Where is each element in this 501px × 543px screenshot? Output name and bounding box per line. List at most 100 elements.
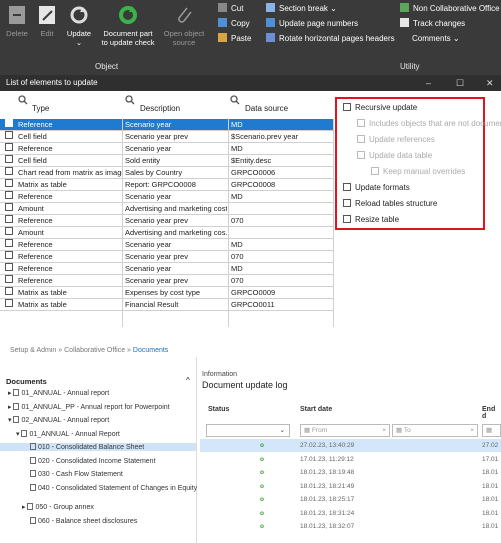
log-row[interactable]: o 18.01.23, 18:25:17 18.01 [200, 493, 501, 506]
log-row[interactable]: o 18.01.23, 18:32:07 18.01 [200, 520, 501, 533]
update-formats-checkbox[interactable]: Update formats [343, 183, 410, 192]
table-row[interactable]: Cell field Scenario year prev $Scenario.pr… [0, 131, 333, 143]
row-checkbox[interactable] [5, 191, 13, 199]
document-tree-item[interactable]: ▸ 01_ANNUAL_PP - Annual report for Power… [8, 402, 170, 411]
cut-button[interactable]: Cut [218, 3, 243, 15]
row-checkbox[interactable] [5, 131, 13, 139]
row-checkbox[interactable] [5, 251, 13, 259]
description-cell: Scenario year [125, 192, 172, 201]
reload-tables-structure-checkbox[interactable]: Reload tables structure [343, 199, 437, 208]
document-tree-item[interactable]: 060 - Balance sheet disclosures [30, 516, 137, 525]
table-row[interactable]: Amount Advertising and marketing cos... [0, 227, 333, 239]
row-checkbox[interactable] [5, 299, 13, 307]
recursive-update-checkbox[interactable]: Recursive update [343, 103, 417, 112]
document-tree-item[interactable]: ▸ 050 - Group annex [22, 503, 94, 511]
document-tree-item[interactable]: 020 - Consolidated Income Statement [30, 456, 156, 465]
paste-button[interactable]: Paste [218, 33, 251, 45]
end-date-column-header[interactable]: End d [482, 406, 501, 420]
resize-table-checkbox[interactable]: Resize table [343, 215, 399, 224]
information-label: Information [202, 371, 238, 378]
breadcrumb-setup[interactable]: Setup & Admin [10, 347, 56, 354]
edit-button[interactable]: Edit [36, 4, 58, 38]
status-ok-icon: o [260, 496, 264, 503]
row-checkbox[interactable] [5, 239, 13, 247]
section-break-dropdown[interactable]: Section break ⌄ [266, 3, 337, 15]
update-page-numbers-button[interactable]: Update page numbers [266, 18, 358, 30]
table-row[interactable]: Reference Scenario year MD [0, 263, 333, 275]
log-row[interactable]: o 18.01.23, 18:31:24 18.01 [200, 507, 501, 520]
document-part-update-button[interactable]: Document part to update check [100, 4, 156, 47]
log-row[interactable]: o 27.02.23, 13:40:29 27.02 [200, 439, 501, 452]
update-references-checkbox[interactable]: Update references [357, 135, 435, 144]
start-date-column-header[interactable]: Start date [300, 406, 332, 413]
table-row[interactable]: Reference Scenario year prev 070 [0, 251, 333, 263]
start-date-to-field[interactable]: ▦ To × [392, 424, 478, 437]
end-date-from-field[interactable]: ▦ [482, 424, 501, 437]
document-tree-item[interactable]: 010 - Consolidated Balance Sheet [0, 443, 196, 451]
status-filter-dropdown[interactable]: ⌄ [206, 424, 290, 437]
row-checkbox[interactable] [5, 167, 13, 175]
document-tree-item[interactable]: ▾ 01_ANNUAL - Annual Report [16, 429, 120, 438]
table-row[interactable]: Reference Scenario year MD [0, 143, 333, 155]
table-row[interactable]: Reference Scenario year MD [0, 119, 333, 131]
table-row[interactable]: Amount Advertising and marketing costs [0, 203, 333, 215]
includes-objects-checkbox[interactable]: Includes objects that are not document p [357, 119, 501, 128]
table-row[interactable]: Reference Scenario year MD [0, 191, 333, 203]
document-tree-item[interactable]: ▾ 02_ANNUAL - Annual report [8, 416, 109, 424]
table-row[interactable]: Matrix as table Expenses by cost type GRPC… [0, 287, 333, 299]
minimize-button[interactable]: – [426, 75, 431, 91]
clear-icon[interactable]: × [470, 425, 474, 436]
description-column-header[interactable]: Description [123, 91, 228, 119]
table-row[interactable]: Cell field Sold entity $Entity.desc [0, 155, 333, 167]
document-icon [13, 402, 20, 410]
table-row[interactable]: Matrix as table Report: GRPCO0008 GRPCO000… [0, 179, 333, 191]
update-data-table-checkbox[interactable]: Update data table [357, 151, 432, 160]
collapse-icon[interactable]: ^ [186, 376, 190, 385]
breadcrumb-collab[interactable]: Collaborative Office [64, 347, 125, 354]
non-collaborative-office-button[interactable]: Non Collaborative Office [400, 3, 500, 15]
copy-button[interactable]: Copy [218, 18, 250, 30]
close-button[interactable]: ✕ [486, 75, 494, 91]
status-column-header[interactable]: Status [208, 406, 229, 413]
row-checkbox[interactable] [5, 119, 13, 127]
rotate-headers-button[interactable]: Rotate horizontal pages headers [266, 33, 395, 45]
log-row[interactable]: o 17.01.23, 11:29:12 17.01 [200, 453, 501, 466]
table-row[interactable]: Chart read from matrix as image Sales by … [0, 167, 333, 179]
table-row[interactable]: Reference Scenario year MD [0, 239, 333, 251]
update-button[interactable]: Update ⌄ [64, 4, 94, 47]
open-object-source-button[interactable]: Open object source [160, 4, 208, 47]
row-checkbox[interactable] [5, 215, 13, 223]
log-row[interactable]: o 18.01.23, 18:21:49 18.01 [200, 480, 501, 493]
table-row[interactable]: Reference Scenario year prev 070 [0, 275, 333, 287]
row-checkbox[interactable] [5, 227, 13, 235]
row-checkbox[interactable] [5, 287, 13, 295]
data-source-cell: GRPCO0006 [231, 168, 276, 177]
document-tree-item[interactable]: 040 - Consolidated Statement of Changes … [30, 483, 197, 492]
table-row[interactable]: Matrix as table Financial Result GRPCO0011 [0, 299, 333, 311]
data-source-column-header[interactable]: Data source [228, 91, 333, 119]
type-column-header[interactable]: Type [0, 91, 120, 119]
document-tree-item[interactable]: ▸ 01_ANNUAL - Annual report [8, 389, 109, 397]
delete-button[interactable]: Delete [6, 4, 28, 38]
start-date-from-field[interactable]: ▦ From × [300, 424, 390, 437]
comments-dropdown[interactable]: Comments ⌄ [412, 33, 460, 45]
scissors-icon [218, 3, 227, 12]
maximize-button[interactable]: ☐ [456, 75, 464, 91]
clear-icon[interactable]: × [382, 425, 386, 436]
data-source-cell: MD [231, 120, 243, 129]
document-tree-item[interactable]: 030 - Cash Flow Statement [30, 470, 123, 478]
row-checkbox[interactable] [5, 179, 13, 187]
breadcrumb-documents[interactable]: Documents [133, 347, 168, 354]
keep-manual-overrides-checkbox[interactable]: Keep manual overrides [371, 167, 465, 176]
row-checkbox[interactable] [5, 143, 13, 151]
data-source-cell: GRPCO0008 [231, 180, 276, 189]
table-row[interactable]: Reference Scenario year prev 070 [0, 215, 333, 227]
row-checkbox[interactable] [5, 203, 13, 211]
row-checkbox[interactable] [5, 155, 13, 163]
rotate-icon [266, 33, 275, 42]
log-row[interactable]: o 18.01.23, 18:19:48 18.01 [200, 466, 501, 479]
description-cell: Scenario year prev [125, 252, 188, 261]
track-changes-button[interactable]: Track changes [400, 18, 465, 30]
row-checkbox[interactable] [5, 275, 13, 283]
row-checkbox[interactable] [5, 263, 13, 271]
